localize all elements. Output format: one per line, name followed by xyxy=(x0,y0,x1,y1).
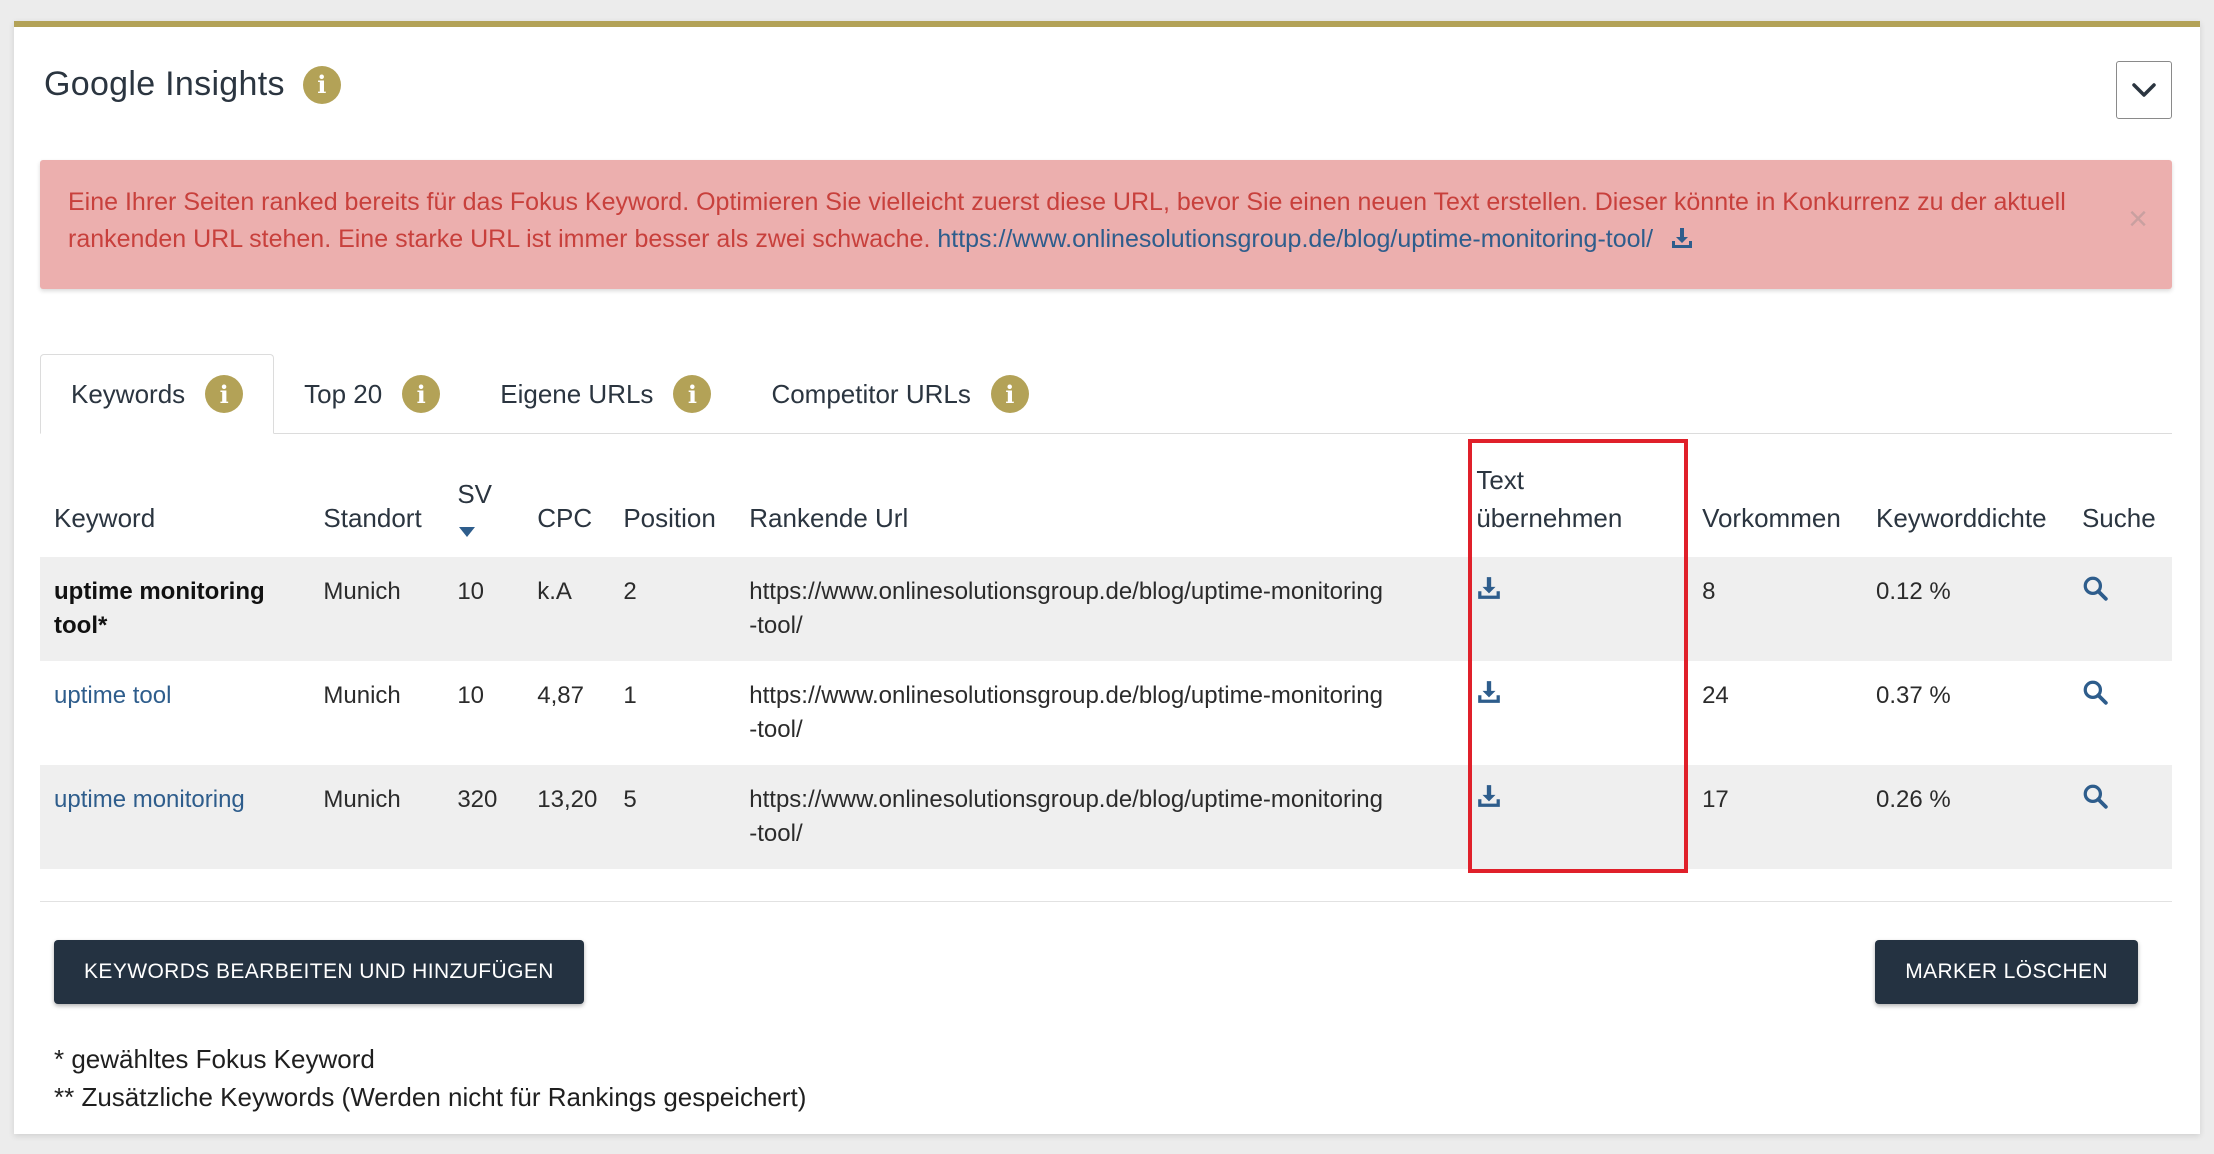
cell-vorkommen: 24 xyxy=(1702,682,1729,709)
cell-sv: 10 xyxy=(457,682,485,709)
url-line2: -tool/ xyxy=(749,716,803,743)
tab-label: Keywords xyxy=(71,378,186,409)
info-icon[interactable]: i xyxy=(990,375,1029,413)
header-vorkommen[interactable]: Vorkommen xyxy=(1688,457,1862,557)
cell-position: 1 xyxy=(623,682,637,709)
header-standort[interactable]: Standort xyxy=(309,457,443,557)
ranking-alert: Eine Ihrer Seiten ranked bereits für das… xyxy=(40,160,2172,289)
info-icon[interactable]: i xyxy=(673,375,712,413)
footnotes: * gewähltes Fokus Keyword ** Zusätzliche… xyxy=(54,1040,806,1116)
cell-url: https://www.onlinesolutionsgroup.de/blog… xyxy=(735,661,1462,765)
url-line1: https://www.onlinesolutionsgroup.de/blog… xyxy=(749,786,1383,813)
cell-vorkommen: 17 xyxy=(1688,765,1862,869)
keyword-link[interactable]: uptime monitoring xyxy=(54,786,245,813)
google-insights-panel: Google Insights i Eine Ihrer Seiten rank… xyxy=(14,21,2200,1134)
url-line2: -tool/ xyxy=(749,612,803,639)
header-keyworddichte[interactable]: Keyworddichte xyxy=(1862,457,2068,557)
header-position[interactable]: Position xyxy=(609,457,735,557)
tab-top-20[interactable]: Top 20 i xyxy=(274,354,470,434)
tab-label: Eigene URLs xyxy=(500,378,654,409)
info-icon[interactable]: i xyxy=(402,375,441,413)
alert-close-button[interactable]: × xyxy=(2128,202,2148,236)
collapse-button[interactable] xyxy=(2116,61,2172,119)
cell-text-uebernehmen xyxy=(1462,557,1689,661)
tab-label: Competitor URLs xyxy=(771,378,971,409)
cell-position: 2 xyxy=(609,557,736,661)
download-icon[interactable] xyxy=(1476,575,1502,601)
focus-keyword: uptime monitoring xyxy=(54,578,265,605)
header-suche: Suche xyxy=(2081,503,2156,533)
cell-keyword: uptime monitoring tool* xyxy=(40,557,310,661)
download-icon[interactable] xyxy=(1476,679,1502,705)
header-sv-label: SV xyxy=(457,479,493,509)
cell-keyworddichte: 0.37 % xyxy=(1876,682,1951,709)
info-icon[interactable]: i xyxy=(302,65,341,104)
download-icon[interactable] xyxy=(1476,783,1502,809)
table-row: uptime monitoring tool* Munich 10 k.A 2 … xyxy=(40,557,2172,661)
cell-sv: 10 xyxy=(443,557,524,661)
header-rankende-url[interactable]: Rankende Url xyxy=(735,457,1462,557)
info-icon[interactable]: i xyxy=(205,375,244,413)
tab-label: Top 20 xyxy=(304,378,383,409)
cell-url: https://www.onlinesolutionsgroup.de/blog… xyxy=(735,765,1463,869)
cell-text-uebernehmen xyxy=(1462,661,1688,765)
header-cpc[interactable]: CPC xyxy=(523,457,609,557)
cell-cpc: 13,20 xyxy=(523,765,610,869)
download-icon[interactable] xyxy=(1670,224,1694,261)
cell-cpc: 4,87 xyxy=(537,682,584,709)
focus-keyword-cont: tool* xyxy=(54,612,108,639)
cell-standort: Munich xyxy=(323,682,401,709)
header-text-uebernehmen[interactable]: Text übernehmen xyxy=(1462,457,1688,557)
url-line1: https://www.onlinesolutionsgroup.de/blog… xyxy=(749,578,1383,605)
cell-keyworddichte: 0.12 % xyxy=(1862,557,2068,661)
cell-suche xyxy=(2067,765,2172,869)
cell-suche xyxy=(2067,557,2172,661)
search-icon[interactable] xyxy=(2082,679,2108,705)
cell-keyword: uptime tool xyxy=(40,661,309,765)
cell-position: 5 xyxy=(609,765,736,869)
cell-vorkommen: 8 xyxy=(1688,557,1862,661)
cell-keyworddichte: 0.26 % xyxy=(1862,765,2068,869)
cell-cpc: k.A xyxy=(523,557,610,661)
header-keyword[interactable]: Keyword xyxy=(40,457,309,557)
table-header-row: Keyword Standort SV CPC Position Rankend… xyxy=(40,457,2172,557)
header-sv[interactable]: SV xyxy=(443,457,523,557)
tab-keywords[interactable]: Keywords i xyxy=(40,354,275,434)
header-text-line2: übernehmen xyxy=(1476,503,1623,533)
clear-markers-button[interactable]: MARKER LÖSCHEN xyxy=(1875,940,2138,1004)
cell-standort: Munich xyxy=(309,557,444,661)
keyword-table: Keyword Standort SV CPC Position Rankend… xyxy=(40,457,2172,869)
panel-title: Google Insights xyxy=(44,65,285,103)
section-divider xyxy=(40,901,2172,902)
search-icon[interactable] xyxy=(2082,575,2108,601)
panel-header: Google Insights i xyxy=(44,65,341,104)
sort-desc-icon[interactable] xyxy=(459,527,476,537)
table-row: uptime monitoring Munich 320 13,20 5 htt… xyxy=(40,765,2172,869)
edit-keywords-button[interactable]: KEYWORDS BEARBEITEN UND HINZUFÜGEN xyxy=(54,940,584,1004)
search-icon[interactable] xyxy=(2082,783,2108,809)
tab-competitor-urls[interactable]: Competitor URLs i xyxy=(741,354,1058,434)
cell-standort: Munich xyxy=(309,765,444,869)
url-line1: https://www.onlinesolutionsgroup.de/blog… xyxy=(749,682,1383,709)
keyword-link[interactable]: uptime tool xyxy=(54,682,171,709)
cell-url: https://www.onlinesolutionsgroup.de/blog… xyxy=(735,557,1463,661)
cell-keyword: uptime monitoring xyxy=(40,765,310,869)
tab-eigene-urls[interactable]: Eigene URLs i xyxy=(470,354,741,434)
url-line2: -tool/ xyxy=(749,820,803,847)
footnote-additional: ** Zusätzliche Keywords (Werden nicht fü… xyxy=(54,1082,807,1112)
header-text-line1: Text xyxy=(1476,465,1525,495)
cell-text-uebernehmen xyxy=(1462,765,1689,869)
chevron-down-icon xyxy=(2132,83,2156,97)
cell-suche xyxy=(2068,661,2172,765)
table-row: uptime tool Munich 10 4,87 1 https://www… xyxy=(40,661,2172,765)
footnote-focus: * gewähltes Fokus Keyword xyxy=(54,1044,375,1074)
alert-url-link[interactable]: https://www.onlinesolutionsgroup.de/blog… xyxy=(937,225,1653,253)
cell-sv: 320 xyxy=(443,765,524,869)
tab-bar: Keywords i Top 20 i Eigene URLs i Compet… xyxy=(40,354,2172,434)
